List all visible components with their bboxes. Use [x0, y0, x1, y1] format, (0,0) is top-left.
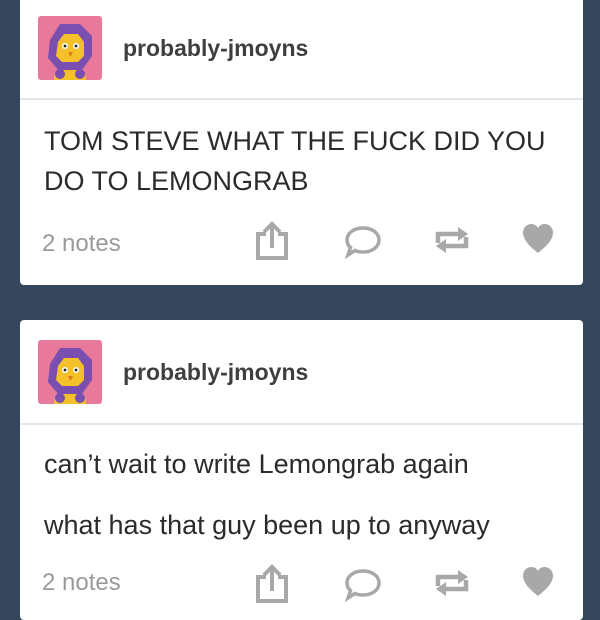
share-icon	[256, 564, 288, 603]
like-button[interactable]	[520, 563, 556, 604]
notes-count[interactable]: 2 notes	[42, 569, 121, 597]
post-text: what has that guy been up to anyway	[44, 510, 490, 540]
post-card: probably-jmoyns can’t wait to write Lemo…	[20, 320, 583, 620]
avatar[interactable]	[38, 340, 102, 404]
like-button[interactable]	[520, 220, 556, 261]
reply-button[interactable]	[343, 563, 383, 608]
reblog-icon	[435, 227, 469, 253]
share-icon	[256, 221, 288, 260]
reply-icon	[344, 226, 381, 260]
post-header: probably-jmoyns	[20, 320, 583, 425]
username[interactable]: probably-jmoyns	[123, 359, 308, 386]
reblog-icon	[435, 570, 469, 596]
post-text: TOM STEVE WHAT THE FUCK DID YOU DO TO LE…	[44, 126, 546, 196]
avatar[interactable]	[38, 16, 102, 80]
reply-button[interactable]	[343, 220, 383, 265]
heart-icon	[523, 224, 553, 253]
post-card: probably-jmoyns TOM STEVE WHAT THE FUCK …	[20, 0, 583, 285]
reblog-button[interactable]	[430, 563, 474, 608]
post-text: can’t wait to write Lemongrab again	[44, 449, 469, 479]
share-button[interactable]	[252, 220, 292, 267]
reply-icon	[344, 569, 381, 603]
post-header: probably-jmoyns	[20, 0, 583, 100]
notes-count[interactable]: 2 notes	[42, 230, 121, 258]
share-button[interactable]	[252, 563, 292, 610]
reblog-button[interactable]	[430, 220, 474, 265]
heart-icon	[523, 567, 553, 596]
username[interactable]: probably-jmoyns	[123, 35, 308, 62]
